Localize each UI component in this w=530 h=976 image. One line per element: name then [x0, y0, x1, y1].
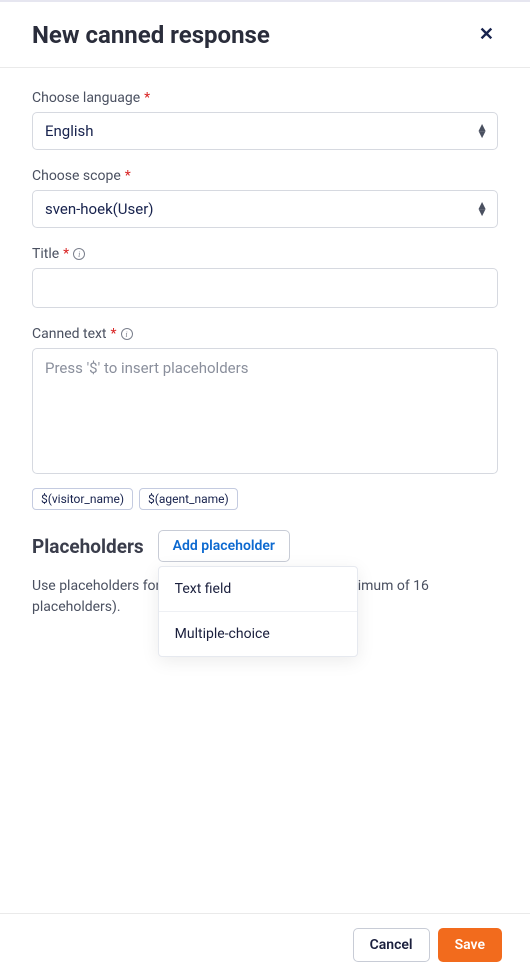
- modal-body: Choose language* English ▲▼ Choose scope…: [0, 68, 530, 913]
- modal-new-canned-response: New canned response ✕ Choose language* E…: [0, 0, 530, 976]
- language-label-text: Choose language: [32, 90, 140, 106]
- dropdown-item-text-field[interactable]: Text field: [159, 567, 357, 612]
- tag-visitor-name[interactable]: $(visitor_name): [32, 488, 133, 510]
- placeholders-heading: Placeholders: [32, 535, 144, 558]
- scope-select-wrap: sven-hoek(User) ▲▼: [32, 190, 498, 228]
- placeholders-header: Placeholders Add placeholder Text field …: [32, 530, 498, 562]
- add-placeholder-button[interactable]: Add placeholder: [158, 530, 290, 562]
- language-select-wrap: English ▲▼: [32, 112, 498, 150]
- info-icon[interactable]: i: [121, 328, 133, 340]
- close-button[interactable]: ✕: [471, 20, 502, 49]
- save-button[interactable]: Save: [438, 928, 502, 962]
- modal-footer: Cancel Save: [0, 913, 530, 976]
- add-placeholder-wrap: Add placeholder Text field Multiple-choi…: [158, 530, 290, 562]
- tag-agent-name[interactable]: $(agent_name): [139, 488, 238, 510]
- scope-label-text: Choose scope: [32, 168, 121, 184]
- field-title: Title* i: [32, 246, 498, 308]
- field-canned-text: Canned text* i: [32, 326, 498, 478]
- modal-header: New canned response ✕: [0, 2, 530, 68]
- canned-label: Canned text* i: [32, 326, 498, 342]
- required-marker: *: [63, 246, 69, 262]
- scope-label: Choose scope*: [32, 168, 498, 184]
- field-scope: Choose scope* sven-hoek(User) ▲▼: [32, 168, 498, 228]
- required-marker: *: [144, 90, 150, 106]
- title-label: Title* i: [32, 246, 498, 262]
- field-language: Choose language* English ▲▼: [32, 90, 498, 150]
- required-marker: *: [125, 168, 131, 184]
- canned-text-input[interactable]: [32, 348, 498, 474]
- cancel-button[interactable]: Cancel: [353, 928, 430, 962]
- canned-label-text: Canned text: [32, 326, 107, 342]
- language-label: Choose language*: [32, 90, 498, 106]
- dropdown-item-multiple-choice[interactable]: Multiple-choice: [159, 612, 357, 656]
- placeholder-tags: $(visitor_name) $(agent_name): [32, 488, 498, 510]
- required-marker: *: [111, 326, 117, 342]
- title-input[interactable]: [32, 268, 498, 308]
- scope-select[interactable]: sven-hoek(User): [32, 190, 498, 228]
- info-icon[interactable]: i: [73, 248, 85, 260]
- add-placeholder-dropdown: Text field Multiple-choice: [158, 566, 358, 657]
- title-label-text: Title: [32, 246, 59, 262]
- modal-title: New canned response: [32, 21, 270, 49]
- close-icon: ✕: [479, 24, 494, 45]
- language-select[interactable]: English: [32, 112, 498, 150]
